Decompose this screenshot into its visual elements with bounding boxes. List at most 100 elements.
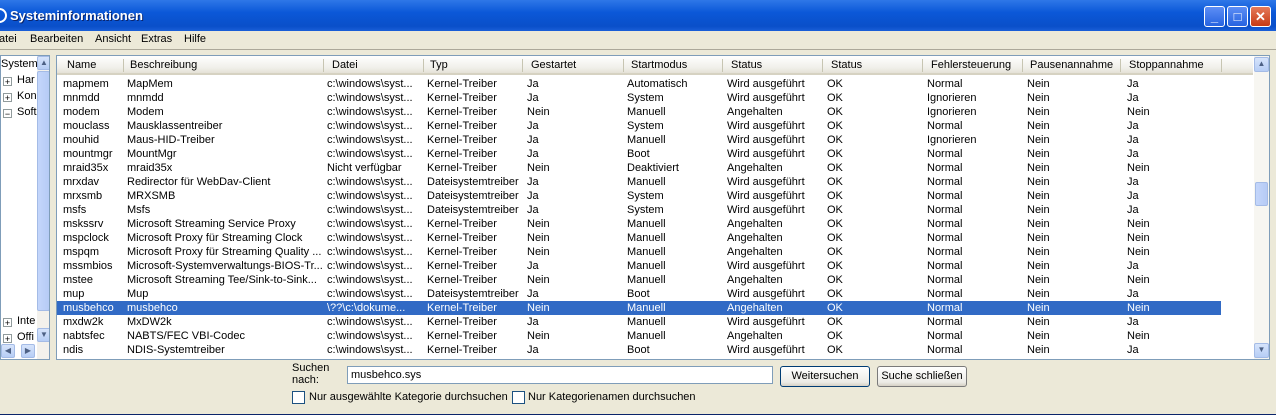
table-row[interactable]: mstee Microsoft Streaming Tee/Sink-to-Sin… — [57, 273, 1221, 287]
column-divider[interactable] — [722, 59, 723, 72]
table-row[interactable]: mountmgr MountMgr c:\windows\syst... Kernel… — [57, 147, 1221, 161]
cell-started: Ja — [527, 344, 539, 356]
cell-accept-pause: Nein — [1027, 274, 1050, 286]
driver-list-view[interactable]: Name Beschreibung Datei Typ Gestartet St… — [56, 55, 1270, 360]
menu-help[interactable]: Hilfe — [184, 33, 206, 45]
tree-scroll-right-icon[interactable]: ▶ — [21, 344, 35, 358]
column-divider[interactable] — [522, 59, 523, 72]
table-row[interactable]: msfs Msfs c:\windows\syst... Dateisystemtre… — [57, 203, 1221, 217]
category-tree[interactable]: Systemü + Har + Kon − Soft + Inte + Offi… — [0, 55, 50, 360]
tree-item-hardware[interactable]: Har — [17, 74, 35, 86]
column-divider[interactable] — [323, 59, 324, 72]
table-row[interactable]: mspclock Microsoft Proxy für Streaming Cl… — [57, 231, 1221, 245]
selected-category-checkbox[interactable] — [292, 391, 305, 404]
tree-expander-icon[interactable]: + — [3, 77, 12, 87]
column-divider[interactable] — [1221, 59, 1222, 72]
table-row[interactable]: nabtsfec NABTS/FEC VBI-Codec c:\windows\sy… — [57, 329, 1221, 343]
cell-start-mode: Manuell — [627, 302, 666, 314]
list-vertical-scrollbar[interactable]: ▲ ▼ — [1254, 56, 1269, 359]
column-header-accept-stop[interactable]: Stoppannahme — [1129, 59, 1204, 71]
tree-item-internet[interactable]: Inte — [17, 315, 35, 327]
table-row[interactable]: mrxsmb MRXSMB c:\windows\syst... Dateisyste… — [57, 189, 1221, 203]
cell-error-control: Normal — [927, 260, 963, 272]
table-row[interactable]: ndis NDIS-Systemtreiber c:\windows\syst...… — [57, 343, 1221, 357]
cell-description: musbehco — [127, 302, 178, 314]
column-divider[interactable] — [623, 59, 624, 72]
tree-item-software[interactable]: Soft — [17, 106, 37, 118]
table-row[interactable]: mskssrv Microsoft Streaming Service Proxy… — [57, 217, 1221, 231]
table-row[interactable]: mspqm Microsoft Proxy für Streaming Quali… — [57, 245, 1221, 259]
table-row[interactable]: mssmbios Microsoft-Systemverwaltungs-BIOS… — [57, 259, 1221, 273]
cell-state: Wird ausgeführt — [727, 134, 805, 146]
list-scroll-down-icon[interactable]: ▼ — [1254, 343, 1269, 358]
category-names-checkbox[interactable] — [512, 391, 525, 404]
cell-name: mssmbios — [63, 260, 113, 272]
close-search-button[interactable]: Suche schließen — [877, 366, 967, 387]
column-header-state[interactable]: Status — [731, 59, 762, 71]
title-bar[interactable]: Systeminformationen _ □ ✕ — [0, 0, 1276, 31]
table-row[interactable]: modem Modem c:\windows\syst... Kernel-Treib… — [57, 105, 1221, 119]
tree-scroll-down-icon[interactable]: ▼ — [37, 328, 49, 342]
cell-accept-stop: Ja — [1127, 260, 1139, 272]
table-row-selected[interactable]: musbehco musbehco \??\c:\dokume... Kernel-T… — [57, 301, 1221, 315]
column-divider[interactable] — [1022, 59, 1023, 72]
cell-status: OK — [827, 162, 843, 174]
maximize-button[interactable]: □ — [1227, 6, 1248, 27]
column-header-status[interactable]: Status — [831, 59, 862, 71]
cell-description: Microsoft Streaming Service Proxy — [127, 218, 296, 230]
tree-expander-icon[interactable]: + — [3, 93, 12, 103]
tree-item-office[interactable]: Offi — [17, 331, 34, 343]
list-scroll-thumb[interactable] — [1255, 182, 1268, 206]
tree-expander-icon[interactable]: + — [3, 334, 12, 344]
column-header-started[interactable]: Gestartet — [531, 59, 576, 71]
tree-scroll-up-icon[interactable]: ▲ — [37, 56, 49, 70]
cell-started: Ja — [527, 78, 539, 90]
tree-vertical-scrollbar[interactable]: ▲ ▼ — [37, 56, 49, 359]
tree-collapse-icon[interactable]: − — [3, 109, 12, 119]
cell-name: mraid35x — [63, 162, 109, 174]
table-row[interactable]: mrxdav Redirector für WebDav-Client c:\win… — [57, 175, 1221, 189]
column-divider[interactable] — [123, 59, 124, 72]
menu-view[interactable]: Ansicht — [95, 33, 131, 45]
cell-file: c:\windows\syst... — [327, 78, 413, 90]
cell-type: Kernel-Treiber — [427, 330, 497, 342]
table-row[interactable]: mup Mup c:\windows\syst... Dateisystemtreib… — [57, 287, 1221, 301]
column-divider[interactable] — [822, 59, 823, 72]
minimize-button[interactable]: _ — [1204, 6, 1225, 27]
menu-tools[interactable]: Extras — [141, 33, 172, 45]
cell-accept-stop: Ja — [1127, 316, 1139, 328]
find-next-button[interactable]: Weitersuchen — [780, 366, 870, 387]
column-divider[interactable] — [423, 59, 424, 72]
cell-start-mode: Boot — [627, 148, 650, 160]
column-header-accept-pause[interactable]: Pausenannahme — [1030, 59, 1113, 71]
table-row[interactable]: mouclass Mausklassentreiber c:\windows\sys… — [57, 119, 1221, 133]
column-header-name[interactable]: Name — [67, 59, 96, 71]
menu-file[interactable]: atei — [0, 33, 17, 45]
tree-expander-icon[interactable]: + — [3, 318, 12, 328]
table-row[interactable]: mnmdd mnmdd c:\windows\syst... Kernel-Treib… — [57, 91, 1221, 105]
tree-scroll-left-icon[interactable]: ◀ — [1, 344, 15, 358]
column-divider[interactable] — [922, 59, 923, 72]
list-scroll-up-icon[interactable]: ▲ — [1254, 57, 1269, 72]
cell-start-mode: Automatisch — [627, 78, 688, 90]
cell-description: NDIS-Systemtreiber — [127, 344, 225, 356]
tree-scroll-thumb[interactable] — [37, 71, 49, 311]
cell-accept-stop: Nein — [1127, 246, 1150, 258]
cell-accept-stop: Nein — [1127, 162, 1150, 174]
menu-edit[interactable]: Bearbeiten — [30, 33, 83, 45]
cell-status: OK — [827, 330, 843, 342]
column-header-error-control[interactable]: Fehlersteuerung — [931, 59, 1011, 71]
tree-item-components[interactable]: Kon — [17, 90, 37, 102]
column-header-type[interactable]: Typ — [430, 59, 448, 71]
search-input[interactable] — [347, 366, 773, 384]
table-row[interactable]: mxdw2k MxDW2k c:\windows\syst... Kernel-Tre… — [57, 315, 1221, 329]
table-row[interactable]: mouhid Maus-HID-Treiber c:\windows\syst...… — [57, 133, 1221, 147]
column-header-start-mode[interactable]: Startmodus — [631, 59, 687, 71]
column-divider[interactable] — [1120, 59, 1121, 72]
cell-accept-pause: Nein — [1027, 316, 1050, 328]
table-row[interactable]: mapmem MapMem c:\windows\syst... Kernel-Tre… — [57, 77, 1221, 91]
column-header-file[interactable]: Datei — [332, 59, 358, 71]
close-button[interactable]: ✕ — [1250, 6, 1271, 27]
table-row[interactable]: mraid35x mraid35x Nicht verfügbar Kernel-Tr… — [57, 161, 1221, 175]
column-header-description[interactable]: Beschreibung — [130, 59, 197, 71]
